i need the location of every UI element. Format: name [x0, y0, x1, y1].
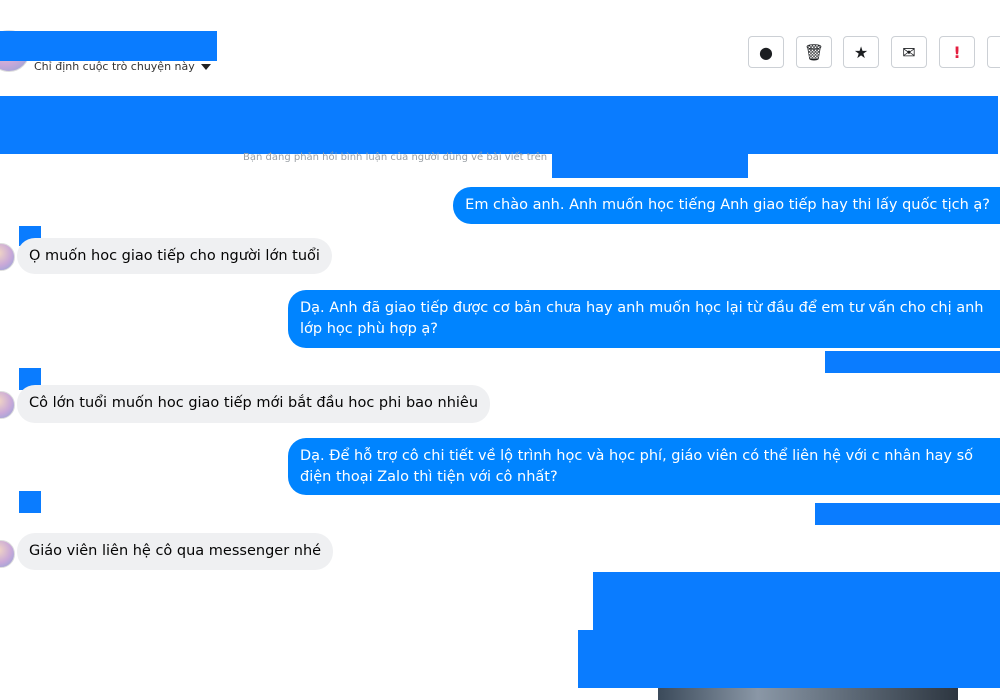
caret-down-icon — [200, 64, 211, 70]
more-button[interactable] — [987, 36, 1000, 68]
message-outgoing: Dạ. Để hỗ trợ cô chi tiết về lộ trình họ… — [288, 438, 1000, 495]
sender-avatar[interactable] — [0, 391, 15, 419]
report-button[interactable]: ! — [939, 36, 975, 68]
star-button[interactable]: ★ — [843, 36, 879, 68]
comment-reply-notice: Bạn đang phản hồi bình luận của người dù… — [243, 152, 548, 163]
redacted-banner — [0, 96, 998, 154]
redacted-seen-status — [825, 351, 1000, 373]
message-outgoing: Em chào anh. Anh muốn học tiếng Anh giao… — [453, 187, 1000, 224]
mark-unread-button[interactable]: ✉ — [891, 36, 927, 68]
redacted-contact-name — [0, 31, 217, 61]
redacted-sender-name — [19, 491, 41, 513]
assign-conversation-menu[interactable]: Chỉ định cuộc trò chuyện này — [34, 60, 211, 73]
sender-avatar[interactable] — [0, 243, 15, 271]
redacted-post-link — [552, 150, 748, 178]
message-outgoing: Dạ. Anh đã giao tiếp được cơ bản chưa ha… — [288, 290, 1000, 348]
redacted-attachment — [593, 572, 1000, 632]
redacted-attachment — [578, 630, 1000, 688]
star-icon: ★ — [853, 42, 869, 62]
info-button[interactable]: ● — [748, 36, 784, 68]
redacted-seen-status — [815, 503, 1000, 525]
alert-icon: ! — [953, 42, 961, 62]
message-incoming: Cô lớn tuổi muốn hoc giao tiếp mới bắt đ… — [17, 385, 491, 423]
mail-icon: ✉ — [902, 42, 916, 62]
message-incoming: Giáo viên liên hệ cô qua messenger nhé — [17, 533, 334, 570]
message-incoming: Ọ muốn hoc giao tiếp cho người lớn tuổi — [17, 238, 332, 274]
delete-button[interactable]: 🗑 — [796, 36, 832, 68]
attachment-image[interactable] — [658, 688, 958, 700]
info-icon: ● — [759, 42, 773, 62]
assign-conversation-label: Chỉ định cuộc trò chuyện này — [34, 60, 195, 73]
sender-avatar[interactable] — [0, 540, 15, 568]
trash-icon: 🗑 — [803, 42, 825, 62]
